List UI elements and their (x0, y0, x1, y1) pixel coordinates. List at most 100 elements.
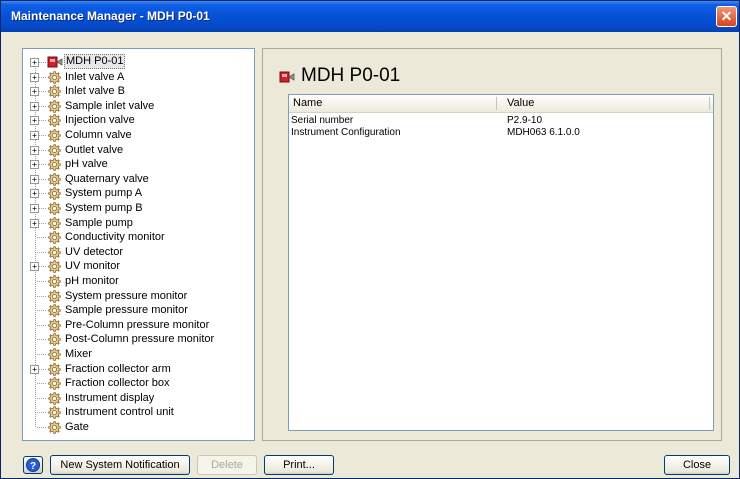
gear-icon (47, 216, 61, 230)
tree-item[interactable]: Pre-Column pressure monitor (23, 318, 254, 332)
column-header-name[interactable]: Name (293, 97, 322, 109)
gear-icon (47, 347, 61, 361)
expand-icon[interactable]: + (30, 262, 39, 271)
expand-icon[interactable]: + (30, 146, 39, 155)
tree-item[interactable]: + Column valve (23, 128, 254, 142)
tree-branch-line (37, 325, 46, 326)
tree-branch-line (37, 310, 46, 311)
tree-item[interactable]: Post-Column pressure monitor (23, 332, 254, 346)
gear-icon (47, 157, 61, 171)
tree-item-label: Sample pressure monitor (65, 304, 188, 316)
tree-item[interactable]: + Injection valve (23, 113, 254, 127)
detail-title: MDH P0-01 (301, 65, 401, 86)
property-value: P2.9-10 (507, 115, 543, 126)
property-name: Instrument Configuration (291, 127, 401, 138)
delete-button[interactable]: Delete (197, 455, 257, 475)
gear-icon (47, 172, 61, 186)
tree-branch-line (37, 398, 46, 399)
tree-item-label: Pre-Column pressure monitor (65, 319, 210, 331)
expand-icon[interactable]: + (30, 58, 39, 67)
tree-item-label: Fraction collector arm (65, 363, 171, 375)
tree-branch-line (37, 339, 46, 340)
close-window-button[interactable]: ✕ (716, 6, 737, 27)
window-title: Maintenance Manager - MDH P0-01 (11, 9, 210, 23)
help-glyph: ? (30, 461, 36, 472)
close-button[interactable]: Close (664, 455, 730, 475)
column-header-value[interactable]: Value (507, 97, 534, 109)
expand-icon[interactable]: + (30, 189, 39, 198)
column-separator[interactable] (709, 97, 710, 110)
gear-icon (47, 70, 61, 84)
tree-item-label: Fraction collector box (65, 377, 170, 389)
properties-header: Name Value (289, 95, 713, 113)
tree-item-label: UV monitor (65, 260, 121, 272)
column-separator[interactable] (496, 97, 497, 110)
expand-icon[interactable]: + (30, 219, 39, 228)
tree-item[interactable]: + Inlet valve A (23, 70, 254, 84)
tree-item-label: MDH P0-01 (64, 54, 126, 69)
tree-item-label: Inlet valve A (65, 71, 125, 83)
expand-icon[interactable]: + (30, 204, 39, 213)
tree-item-label: Injection valve (65, 114, 135, 126)
tree-item[interactable]: + Quaternary valve (23, 172, 254, 186)
tree-item-label: Sample pump (65, 217, 133, 229)
tree-item[interactable]: System pressure monitor (23, 289, 254, 303)
expand-icon[interactable]: + (30, 87, 39, 96)
tree-item[interactable]: Fraction collector box (23, 376, 254, 390)
expand-icon[interactable]: + (30, 116, 39, 125)
expand-icon[interactable]: + (30, 73, 39, 82)
tree-item[interactable]: + MDH P0-01 (23, 54, 254, 69)
expand-icon[interactable]: + (30, 102, 39, 111)
tree-branch-line (37, 427, 46, 428)
tree-item[interactable]: + UV monitor (23, 259, 254, 273)
gear-icon (47, 332, 61, 346)
gear-icon (47, 376, 61, 390)
tree-item-label: Instrument display (65, 392, 155, 404)
tree-item[interactable]: Mixer (23, 347, 254, 361)
tree-item[interactable]: Instrument display (23, 391, 254, 405)
component-tree[interactable]: + MDH P0-01 + Inlet valve A + Inlet valve B + S… (22, 48, 255, 441)
tree-item[interactable]: + System pump B (23, 201, 254, 215)
gear-icon (47, 245, 61, 259)
tree-item-label: System pump A (65, 187, 143, 199)
properties-list[interactable]: Name Value Serial number P2.9-10 Instrum… (288, 94, 714, 431)
gear-icon (47, 289, 61, 303)
title-bar[interactable]: Maintenance Manager - MDH P0-01 ✕ (1, 1, 739, 32)
tree-branch-line (37, 281, 46, 282)
tree-item-label: pH monitor (65, 275, 119, 287)
tree-item[interactable]: + Inlet valve B (23, 84, 254, 98)
instrument-icon (279, 71, 295, 83)
gear-icon (47, 99, 61, 113)
tree-branch-line (37, 383, 46, 384)
expand-icon[interactable]: + (30, 365, 39, 374)
tree-item[interactable]: + Fraction collector arm (23, 362, 254, 376)
tree-item[interactable]: Gate (23, 420, 254, 434)
gear-icon (47, 405, 61, 419)
instrument-icon (47, 55, 63, 69)
tree-item[interactable]: + pH valve (23, 157, 254, 171)
tree-item[interactable]: + System pump A (23, 186, 254, 200)
tree-item[interactable]: Instrument control unit (23, 405, 254, 419)
tree-item[interactable]: + Sample inlet valve (23, 99, 254, 113)
gear-icon (47, 128, 61, 142)
help-icon: ? (26, 458, 40, 472)
tree-branch-line (37, 412, 46, 413)
print-button[interactable]: Print... (264, 455, 334, 475)
tree-item[interactable]: Sample pressure monitor (23, 303, 254, 317)
help-button[interactable]: ? (23, 456, 43, 474)
tree-item[interactable]: Conductivity monitor (23, 230, 254, 244)
gear-icon (47, 259, 61, 273)
tree-item-label: Quaternary valve (65, 173, 149, 185)
tree-item-label: Mixer (65, 348, 92, 360)
expand-icon[interactable]: + (30, 175, 39, 184)
new-system-notification-button[interactable]: New System Notification (50, 455, 190, 475)
tree-item[interactable]: pH monitor (23, 274, 254, 288)
tree-item[interactable]: + Outlet valve (23, 143, 254, 157)
tree-item-label: Sample inlet valve (65, 100, 155, 112)
expand-icon[interactable]: + (30, 131, 39, 140)
tree-item[interactable]: + Sample pump (23, 216, 254, 230)
tree-item[interactable]: UV detector (23, 245, 254, 259)
tree-branch-line (37, 237, 46, 238)
expand-icon[interactable]: + (30, 160, 39, 169)
tree-item-label: Outlet valve (65, 144, 124, 156)
